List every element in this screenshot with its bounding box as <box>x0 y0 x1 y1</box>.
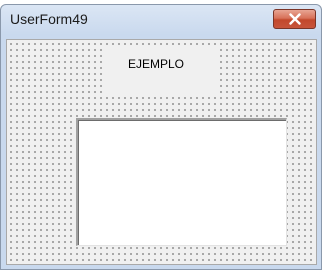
close-button[interactable] <box>273 9 316 29</box>
label-control[interactable]: EJEMPLO <box>103 46 219 94</box>
window-title: UserForm49 <box>10 11 88 27</box>
label-text: EJEMPLO <box>128 57 185 71</box>
textbox-control[interactable] <box>76 118 287 246</box>
close-icon <box>288 13 301 25</box>
form-design-area[interactable]: EJEMPLO <box>6 39 317 265</box>
title-bar[interactable]: UserForm49 <box>1 5 321 35</box>
userform-window: UserForm49 EJEMPLO <box>0 4 322 270</box>
